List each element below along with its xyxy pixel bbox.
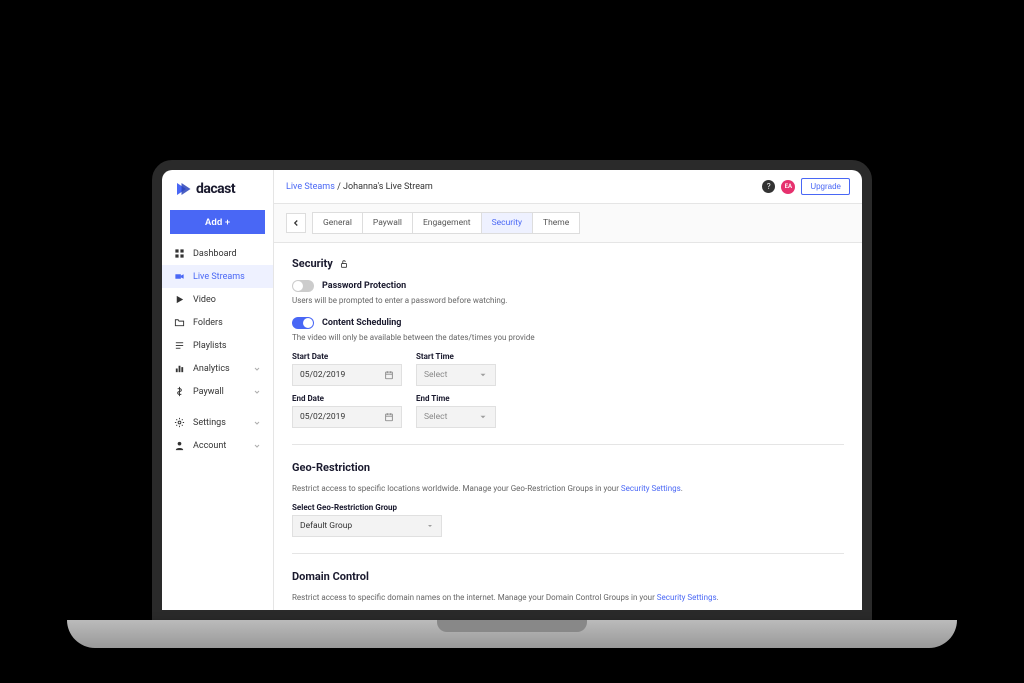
password-protection-toggle[interactable] bbox=[292, 280, 314, 292]
play-icon bbox=[174, 294, 185, 305]
geo-security-settings-link[interactable]: Security Settings bbox=[621, 484, 681, 493]
chevron-left-icon bbox=[291, 218, 301, 228]
topbar: Live Steams / Johanna's Live Stream ? EA… bbox=[274, 170, 862, 204]
divider bbox=[292, 553, 844, 554]
sidebar-item-label: Live Streams bbox=[193, 272, 245, 282]
start-date-label: Start Date bbox=[292, 352, 402, 361]
sidebar-item-folders[interactable]: Folders bbox=[162, 311, 273, 334]
divider bbox=[292, 444, 844, 445]
section-title-geo: Geo-Restriction bbox=[292, 461, 844, 474]
geo-select-label: Select Geo-Restriction Group bbox=[292, 503, 844, 512]
sidebar-item-settings[interactable]: Settings bbox=[162, 411, 273, 434]
sidebar-item-label: Video bbox=[193, 295, 216, 305]
help-icon[interactable]: ? bbox=[762, 180, 775, 193]
caret-down-icon bbox=[478, 370, 488, 380]
chevron-down-icon bbox=[253, 419, 261, 427]
upgrade-button[interactable]: Upgrade bbox=[801, 178, 850, 195]
end-time-label: End Time bbox=[416, 394, 496, 403]
tabbar: General Paywall Engagement Security Them… bbox=[274, 204, 862, 243]
logo: dacast bbox=[162, 170, 273, 206]
avatar[interactable]: EA bbox=[781, 180, 795, 194]
dashboard-icon bbox=[174, 248, 185, 259]
content-scheduling-desc: The video will only be available between… bbox=[292, 333, 844, 342]
geo-desc: Restrict access to specific locations wo… bbox=[292, 484, 844, 493]
sidebar-item-label: Account bbox=[193, 441, 226, 451]
sidebar-item-video[interactable]: Video bbox=[162, 288, 273, 311]
end-date-label: End Date bbox=[292, 394, 402, 403]
section-title-domain: Domain Control bbox=[292, 570, 844, 583]
sidebar-item-label: Settings bbox=[193, 418, 226, 428]
content-scheduling-toggle[interactable] bbox=[292, 317, 314, 329]
content-scheduling-label: Content Scheduling bbox=[322, 318, 401, 328]
add-button[interactable]: Add + bbox=[170, 210, 265, 234]
sidebar-item-paywall[interactable]: Paywall bbox=[162, 380, 273, 403]
playlist-icon bbox=[174, 340, 185, 351]
end-date-input[interactable]: 05/02/2019 bbox=[292, 406, 402, 428]
lock-icon bbox=[339, 259, 349, 269]
breadcrumb-current: Johanna's Live Stream bbox=[343, 182, 433, 192]
gear-icon bbox=[174, 417, 185, 428]
caret-down-icon bbox=[478, 412, 488, 422]
sidebar: dacast Add + Dashboard Live Streams Vide… bbox=[162, 170, 274, 610]
tabs: General Paywall Engagement Security Them… bbox=[312, 212, 580, 234]
section-title-security: Security bbox=[292, 257, 844, 270]
folder-icon bbox=[174, 317, 185, 328]
tab-theme[interactable]: Theme bbox=[533, 213, 579, 233]
sidebar-item-label: Dashboard bbox=[193, 249, 237, 259]
start-time-select[interactable]: Select bbox=[416, 364, 496, 386]
geo-group-select[interactable]: Default Group bbox=[292, 515, 442, 537]
analytics-icon bbox=[174, 363, 185, 374]
start-date-input[interactable]: 05/02/2019 bbox=[292, 364, 402, 386]
end-time-select[interactable]: Select bbox=[416, 406, 496, 428]
password-protection-desc: Users will be prompted to enter a passwo… bbox=[292, 296, 844, 305]
chevron-down-icon bbox=[253, 388, 261, 396]
tab-paywall[interactable]: Paywall bbox=[363, 213, 413, 233]
domain-security-settings-link[interactable]: Security Settings bbox=[657, 593, 717, 602]
sidebar-item-playlists[interactable]: Playlists bbox=[162, 334, 273, 357]
back-button[interactable] bbox=[286, 213, 306, 233]
chevron-down-icon bbox=[253, 365, 261, 373]
breadcrumb-parent[interactable]: Live Steams bbox=[286, 182, 335, 192]
sidebar-item-live-streams[interactable]: Live Streams bbox=[162, 265, 273, 288]
sidebar-item-dashboard[interactable]: Dashboard bbox=[162, 242, 273, 265]
domain-desc: Restrict access to specific domain names… bbox=[292, 593, 844, 602]
sidebar-item-label: Analytics bbox=[193, 364, 230, 374]
start-time-label: Start Time bbox=[416, 352, 496, 361]
sidebar-item-label: Folders bbox=[193, 318, 223, 328]
tab-general[interactable]: General bbox=[313, 213, 363, 233]
content: Security Password Protection Users will … bbox=[274, 243, 862, 610]
dollar-icon bbox=[174, 386, 185, 397]
sidebar-item-analytics[interactable]: Analytics bbox=[162, 357, 273, 380]
caret-down-icon bbox=[426, 522, 434, 530]
camera-icon bbox=[174, 271, 185, 282]
calendar-icon bbox=[384, 412, 394, 422]
chevron-down-icon bbox=[253, 442, 261, 450]
logo-icon bbox=[174, 180, 192, 198]
logo-text: dacast bbox=[196, 181, 235, 197]
tab-engagement[interactable]: Engagement bbox=[413, 213, 482, 233]
sidebar-item-label: Playlists bbox=[193, 341, 227, 351]
user-icon bbox=[174, 440, 185, 451]
sidebar-item-label: Paywall bbox=[193, 387, 224, 397]
sidebar-item-account[interactable]: Account bbox=[162, 434, 273, 457]
tab-security[interactable]: Security bbox=[482, 213, 533, 233]
calendar-icon bbox=[384, 370, 394, 380]
password-protection-label: Password Protection bbox=[322, 281, 406, 291]
breadcrumb: Live Steams / Johanna's Live Stream bbox=[286, 182, 433, 192]
